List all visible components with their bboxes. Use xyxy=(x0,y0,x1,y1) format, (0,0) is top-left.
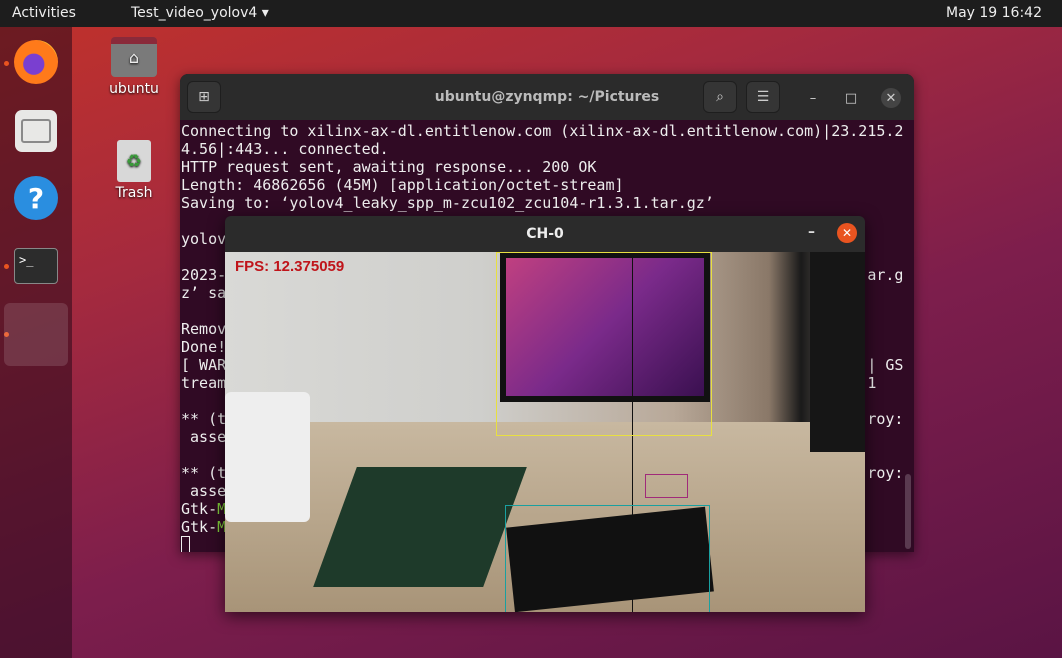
caret-down-icon: ▾ xyxy=(261,5,269,21)
minimize-button[interactable]: – xyxy=(808,224,815,240)
search-icon: ⌕ xyxy=(716,89,724,105)
firefox-icon xyxy=(14,40,58,84)
top-bar: Activities Test_video_yolov4 ▾ May 19 16… xyxy=(0,0,1062,27)
terminal-icon: >_ xyxy=(14,248,58,284)
video-header: CH-0 – ✕ xyxy=(225,216,865,252)
running-indicator xyxy=(4,61,9,66)
search-button[interactable]: ⌕ xyxy=(703,81,737,113)
dock-firefox[interactable] xyxy=(12,38,60,86)
dock: ? >_ xyxy=(0,27,72,658)
terminal-line: Connecting to xilinx-ax-dl.entitlenow.co… xyxy=(181,122,904,140)
desktop-icon-label: Trash xyxy=(115,185,153,201)
desktop-icon-home[interactable]: ⌂ ubuntu xyxy=(94,37,174,97)
scrollbar[interactable] xyxy=(905,474,911,549)
dock-active-app[interactable] xyxy=(4,303,68,366)
video-window[interactable]: CH-0 – ✕ FPS: 12.375059 xyxy=(225,216,865,612)
app-menu[interactable]: Test_video_yolov4 ▾ xyxy=(131,5,269,21)
terminal-line: Length: 46862656 (45M) [application/octe… xyxy=(181,176,624,194)
trash-icon: ♻ xyxy=(117,140,151,182)
detection-box xyxy=(496,252,712,436)
files-icon xyxy=(15,110,57,152)
desktop-icon-trash[interactable]: ♻ Trash xyxy=(94,140,174,201)
detection-box xyxy=(505,505,710,612)
gtk-prefix: Gtk- xyxy=(181,500,218,518)
minimize-button[interactable]: – xyxy=(803,88,823,108)
menu-button[interactable]: ☰ xyxy=(746,81,780,113)
maximize-icon: □ xyxy=(844,90,858,106)
home-folder-icon: ⌂ xyxy=(111,37,157,77)
minimize-icon: – xyxy=(809,90,817,106)
hamburger-icon: ☰ xyxy=(756,89,770,105)
dark-object-image xyxy=(810,252,865,452)
close-button[interactable]: ✕ xyxy=(837,223,857,243)
close-icon: ✕ xyxy=(885,90,897,106)
terminal-line: Saving to: ‘yolov4_leaky_spp_m-zcu102_zc… xyxy=(181,194,714,212)
maximize-button[interactable]: □ xyxy=(841,88,861,108)
dock-files[interactable] xyxy=(12,107,60,155)
running-indicator xyxy=(4,264,9,269)
printer-image xyxy=(225,392,310,522)
detection-box xyxy=(645,474,688,498)
activities-button[interactable]: Activities xyxy=(12,5,76,21)
app-menu-label: Test_video_yolov4 xyxy=(131,5,258,21)
gtk-prefix: Gtk- xyxy=(181,518,218,536)
terminal-header: ⊞ ubuntu@zynqmp: ~/Pictures ⌕ ☰ – □ ✕ xyxy=(180,74,914,120)
fps-readout: FPS: 12.375059 xyxy=(235,258,345,275)
video-frame: FPS: 12.375059 xyxy=(225,252,865,612)
cursor xyxy=(181,536,190,552)
terminal-line: 4.56|:443... connected. xyxy=(181,140,389,158)
dock-help[interactable]: ? xyxy=(12,174,60,222)
close-icon: ✕ xyxy=(841,226,853,240)
dock-terminal[interactable]: >_ xyxy=(12,242,60,290)
clock[interactable]: May 19 16:42 xyxy=(946,5,1042,21)
terminal-line: HTTP request sent, awaiting response... … xyxy=(181,158,597,176)
help-icon: ? xyxy=(14,176,58,220)
desktop-icon-label: ubuntu xyxy=(109,81,159,97)
close-button[interactable]: ✕ xyxy=(881,88,901,108)
window-title: CH-0 xyxy=(526,226,564,242)
